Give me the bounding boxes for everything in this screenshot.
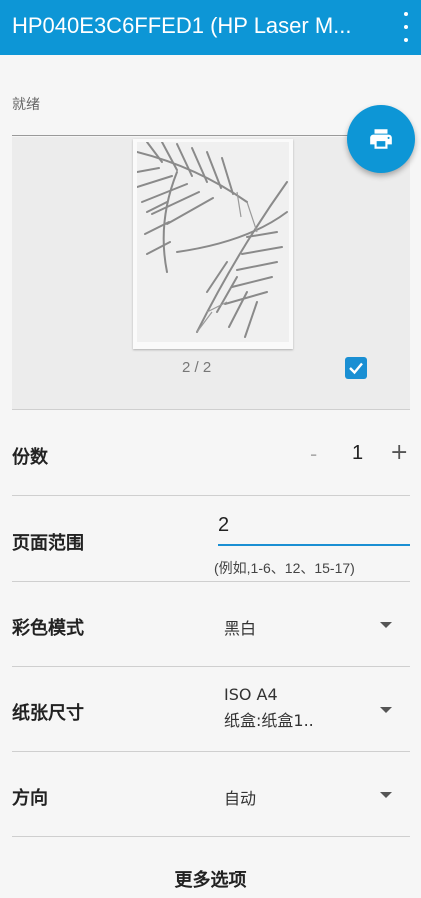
more-options-button[interactable]: 更多选项 — [0, 866, 421, 892]
page-select-checkbox[interactable] — [345, 357, 367, 379]
page-range-row: 页面范围 2 (例如,1-6、12、15-17) — [12, 496, 410, 582]
print-preview: 2 / 2 — [12, 137, 410, 410]
decrement-button[interactable]: - — [310, 442, 317, 466]
palm-leaf-image — [137, 142, 289, 342]
paper-size-label: 纸张尺寸 — [12, 703, 84, 724]
orientation-label: 方向 — [12, 788, 48, 809]
increment-button[interactable]: + — [390, 440, 408, 465]
app-bar: HP040E3C6FFED1 (HP Laser M... — [0, 0, 421, 55]
orientation-value[interactable]: 自动 — [224, 785, 256, 809]
copies-value: 1 — [352, 442, 364, 464]
page-thumbnail[interactable] — [133, 139, 293, 349]
dropdown-arrow-icon[interactable] — [380, 622, 392, 628]
color-mode-row[interactable]: 彩色模式 黑白 — [12, 582, 410, 667]
copies-label: 份数 — [12, 447, 48, 468]
dropdown-arrow-icon[interactable] — [380, 707, 392, 713]
dropdown-arrow-icon[interactable] — [380, 792, 392, 798]
print-button[interactable] — [347, 105, 415, 173]
overflow-menu-icon[interactable] — [399, 12, 413, 42]
printer-title: HP040E3C6FFED1 (HP Laser M... — [12, 13, 352, 38]
orientation-row[interactable]: 方向 自动 — [12, 752, 410, 837]
printer-icon — [370, 129, 392, 149]
page-range-label: 页面范围 — [12, 533, 84, 554]
paper-size-row[interactable]: 纸张尺寸 ISO A4 纸盒:纸盒1.. — [12, 667, 410, 752]
page-range-input[interactable]: 2 — [218, 514, 410, 546]
check-icon — [349, 362, 363, 375]
page-counter: 2 / 2 — [182, 359, 212, 376]
printer-status: 就绪 — [12, 97, 40, 113]
paper-size-value[interactable]: ISO A4 — [224, 684, 278, 706]
color-mode-label: 彩色模式 — [12, 618, 84, 639]
color-mode-value[interactable]: 黑白 — [224, 615, 256, 639]
paper-tray-value[interactable]: 纸盒:纸盒1.. — [224, 710, 314, 732]
page-range-hint: (例如,1-6、12、15-17) — [214, 560, 355, 576]
copies-row: 份数 - 1 + — [12, 410, 410, 496]
